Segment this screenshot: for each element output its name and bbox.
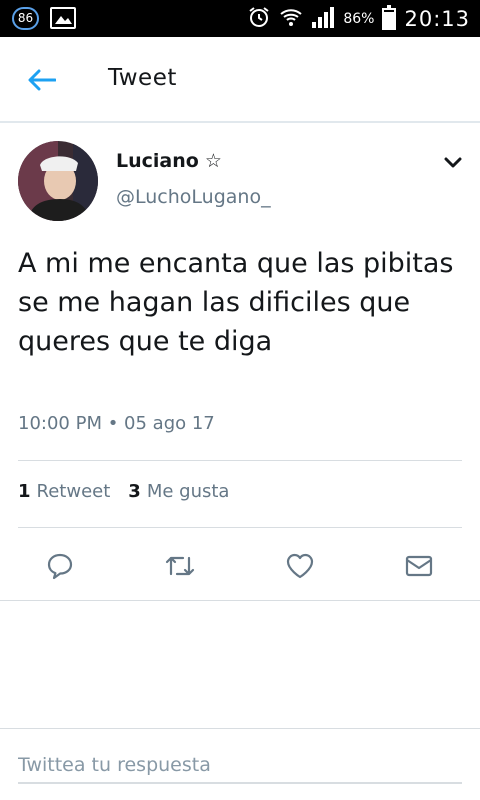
author-name[interactable]: Luciano ☆ (116, 150, 222, 172)
tweet-timestamp: 10:00 PM • 05 ago 17 (18, 413, 215, 434)
page-title: Tweet (108, 65, 177, 91)
tweet-options-button[interactable] (440, 150, 466, 176)
retweet-button[interactable] (162, 548, 198, 584)
notification-badge: 86 (12, 7, 39, 30)
reply-icon (47, 553, 73, 580)
reply-input[interactable] (18, 750, 462, 780)
retweets-label: Retweet (36, 481, 111, 502)
retweet-icon (165, 556, 195, 576)
likes-count: 3 (128, 481, 141, 502)
tweet-text: A mi me encanta que las pibitas se me ha… (18, 248, 454, 357)
retweets-count: 1 (18, 481, 31, 502)
gallery-icon (50, 7, 76, 29)
star-icon: ☆ (204, 150, 222, 172)
battery-icon (382, 4, 397, 30)
reply-box (18, 750, 462, 784)
message-button[interactable] (401, 548, 437, 584)
back-button[interactable] (20, 62, 64, 98)
tweet-actions (0, 540, 480, 590)
tweet-stats: 1 Retweet 3 Me gusta (18, 481, 229, 502)
clock: 20:13 (404, 6, 470, 31)
author-name-text: Luciano (116, 150, 199, 172)
divider (0, 600, 480, 601)
divider (18, 460, 462, 461)
reply-button[interactable] (42, 548, 78, 584)
author-handle[interactable]: @LuchoLugano_ (116, 186, 271, 208)
like-icon (286, 553, 314, 579)
divider (0, 728, 480, 729)
divider (18, 527, 462, 528)
likes-label: Me gusta (146, 481, 230, 502)
like-button[interactable] (282, 548, 318, 584)
app-bar: Tweet (0, 37, 480, 123)
alarm-icon (247, 5, 271, 33)
wifi-icon (279, 5, 303, 33)
signal-icon (311, 6, 335, 32)
likes-stat[interactable]: 3 Me gusta (128, 481, 229, 502)
battery-percent: 86% (343, 10, 375, 27)
message-icon (405, 555, 433, 577)
arrow-left-icon (28, 69, 56, 91)
status-bar: 86 86% 20:13 (0, 0, 480, 37)
retweets-stat[interactable]: 1 Retweet (18, 481, 110, 502)
avatar[interactable] (18, 141, 98, 221)
chevron-down-icon (444, 157, 462, 168)
